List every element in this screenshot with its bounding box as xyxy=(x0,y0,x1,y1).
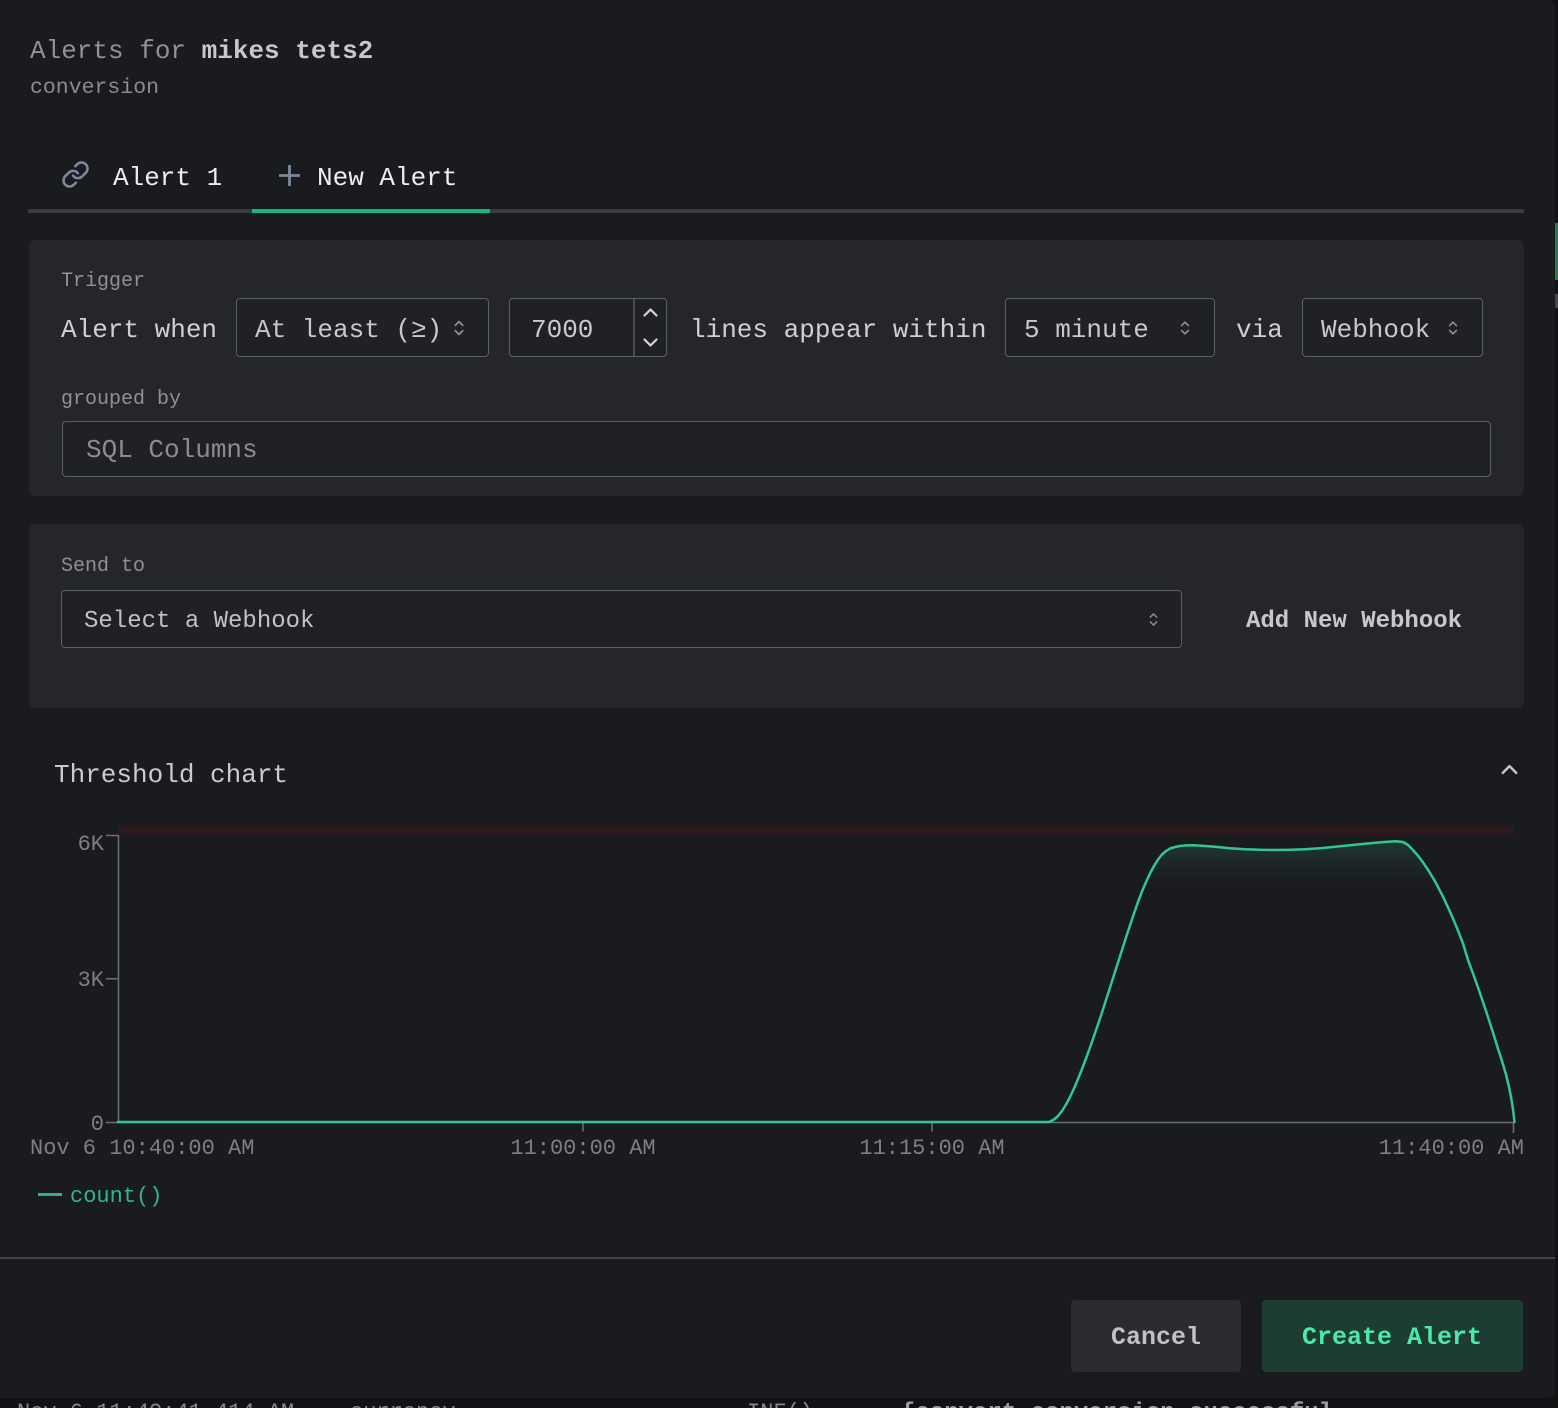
svg-text:11:00:00 AM: 11:00:00 AM xyxy=(510,1136,655,1161)
svg-text:0: 0 xyxy=(91,1112,104,1137)
svg-text:11:15:00 AM: 11:15:00 AM xyxy=(859,1136,1004,1161)
svg-text:3K: 3K xyxy=(78,968,105,993)
svg-text:6K: 6K xyxy=(78,832,105,857)
svg-text:Nov 6 10:40:00 AM: Nov 6 10:40:00 AM xyxy=(30,1136,254,1161)
svg-text:11:40:00 AM: 11:40:00 AM xyxy=(1379,1136,1524,1161)
